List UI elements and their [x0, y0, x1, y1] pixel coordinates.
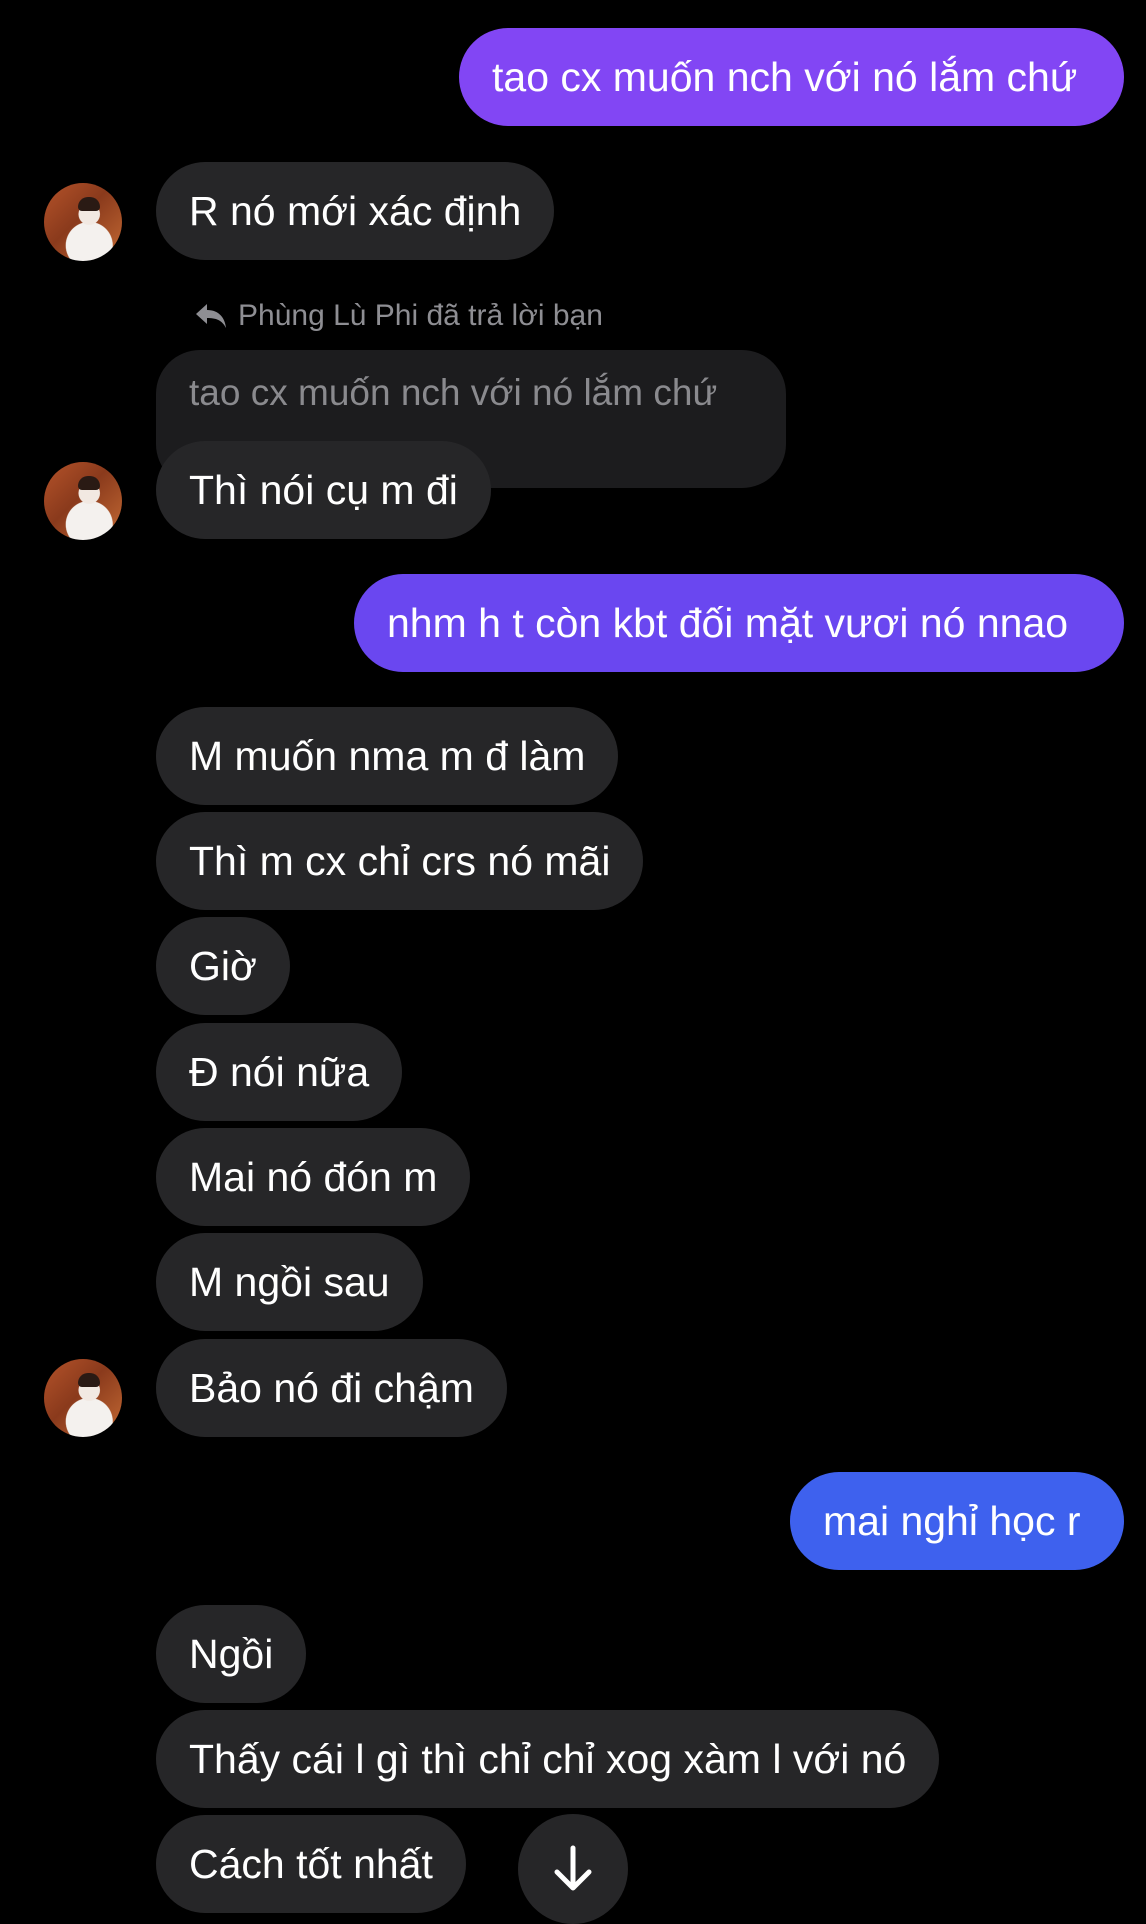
- incoming-message[interactable]: Thấy cái l gì thì chỉ chỉ xog xàm l với …: [156, 1710, 940, 1808]
- arrow-down-icon: [554, 1845, 592, 1891]
- incoming-message[interactable]: Thì m cx chỉ crs nó mãi: [156, 812, 644, 910]
- incoming-message[interactable]: Cách tốt nhất: [156, 1815, 466, 1913]
- reply-header: Phùng Lù Phi đã trả lời bạn: [194, 296, 603, 336]
- outgoing-message[interactable]: tao cx muốn nch với nó lắm chứ: [459, 28, 1124, 126]
- outgoing-message[interactable]: mai nghỉ học r: [790, 1472, 1124, 1570]
- incoming-message[interactable]: Đ nói nữa: [156, 1023, 403, 1121]
- incoming-message[interactable]: M ngồi sau: [156, 1233, 423, 1331]
- reply-header-text: Phùng Lù Phi đã trả lời bạn: [238, 299, 603, 332]
- outgoing-message[interactable]: nhm h t còn kbt đối mặt vươi nó nnao: [354, 574, 1124, 672]
- incoming-message[interactable]: R nó mới xác định: [156, 162, 555, 260]
- contact-avatar[interactable]: [44, 462, 122, 540]
- contact-avatar[interactable]: [44, 183, 122, 261]
- incoming-message[interactable]: Mai nó đón m: [156, 1128, 471, 1226]
- reply-arrow-icon: [196, 304, 226, 328]
- contact-avatar[interactable]: [44, 1359, 122, 1437]
- scroll-to-bottom-button[interactable]: [518, 1814, 628, 1924]
- incoming-message[interactable]: Giờ: [156, 917, 290, 1015]
- incoming-message[interactable]: Thì nói cụ m đi: [156, 441, 491, 539]
- incoming-message[interactable]: M muốn nma m đ làm: [156, 707, 619, 805]
- incoming-message[interactable]: Bảo nó đi chậm: [156, 1339, 507, 1437]
- incoming-message[interactable]: Ngồi: [156, 1605, 307, 1703]
